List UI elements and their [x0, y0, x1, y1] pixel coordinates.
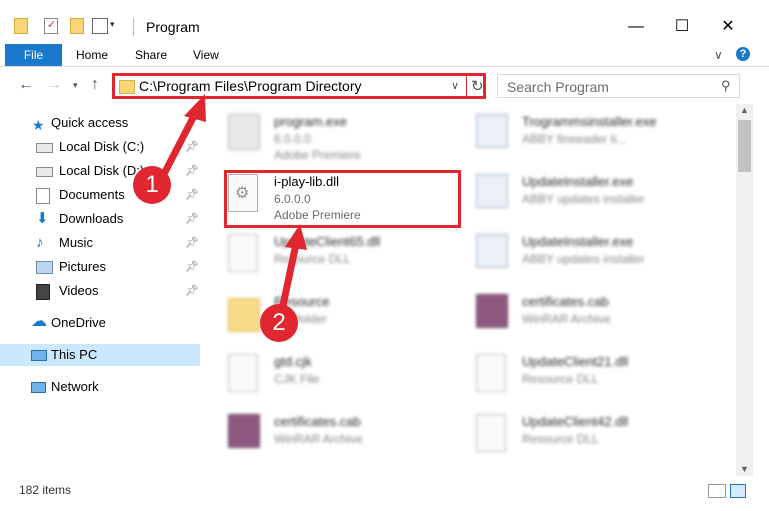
arrow-1	[161, 94, 206, 176]
callout-arrows	[161, 94, 307, 314]
callout-badge-2: 2	[260, 304, 298, 342]
callout-badge-1: 1	[133, 166, 171, 204]
arrow-2	[278, 224, 307, 314]
